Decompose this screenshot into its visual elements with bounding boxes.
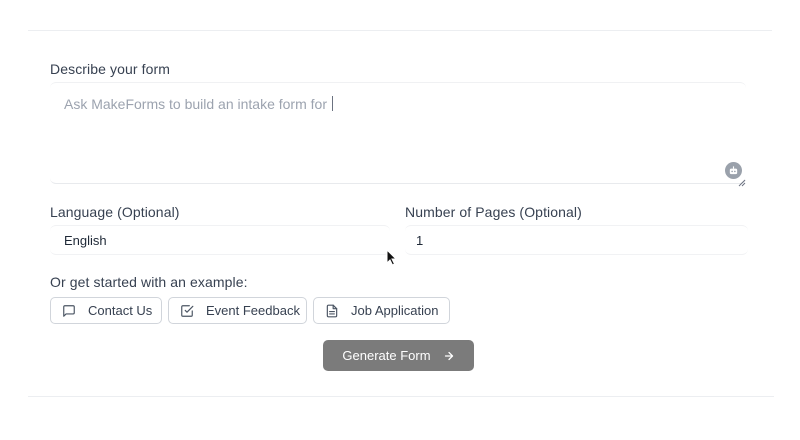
pages-label: Number of Pages (Optional) [405,204,582,220]
card-bottom-divider [28,396,774,397]
generate-form-button[interactable]: Generate Form [323,340,474,371]
language-select[interactable]: English [50,225,390,255]
file-text-icon [325,304,339,318]
example-contact-us-label: Contact Us [88,303,153,318]
language-value: English [64,232,107,248]
text-caret [331,96,333,111]
example-event-feedback-button[interactable]: Event Feedback [168,297,307,324]
pages-input[interactable]: 1 [405,225,748,255]
describe-label: Describe your form [50,61,171,77]
example-job-application-button[interactable]: Job Application [313,297,450,324]
message-square-icon [62,304,76,318]
arrow-right-icon [443,350,455,362]
example-contact-us-button[interactable]: Contact Us [50,297,162,324]
check-square-icon [180,304,194,318]
example-job-application-label: Job Application [351,303,439,318]
example-event-feedback-label: Event Feedback [206,303,300,318]
pages-value: 1 [416,232,424,248]
examples-label: Or get started with an example: [50,274,248,290]
describe-placeholder: Ask MakeForms to build an intake form fo… [64,96,333,112]
language-label: Language (Optional) [50,204,180,220]
mouse-pointer-icon [386,248,398,271]
resize-handle-icon[interactable] [737,174,746,187]
generate-form-label: Generate Form [342,348,431,363]
card-top-divider [28,30,772,31]
